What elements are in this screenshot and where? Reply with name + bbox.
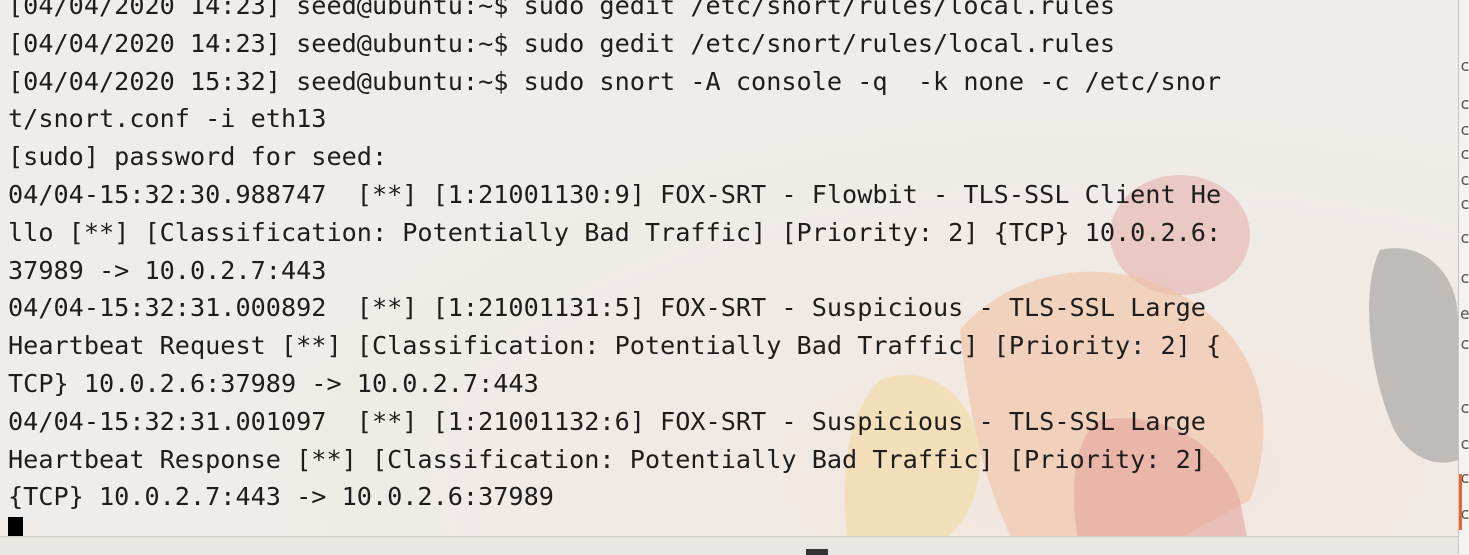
edge-glyph: c — [1460, 268, 1469, 287]
resize-handle-icon[interactable] — [806, 549, 828, 555]
edge-glyph: c — [1460, 120, 1469, 139]
edge-glyph: c — [1460, 56, 1469, 75]
window-bottom-edge — [0, 536, 1458, 555]
terminal-line: [04/04/2020 15:32] seed@ubuntu:~$ sudo s… — [8, 66, 1222, 96]
terminal-line: Heartbeat Request [**] [Classification: … — [8, 331, 1222, 361]
terminal-output: [04/04/2020 14:23] seed@ubuntu:~$ sudo g… — [8, 0, 1221, 536]
terminal-line: t/snort.conf -i eth13 — [8, 104, 327, 134]
edge-glyph: e — [1460, 304, 1469, 323]
terminal-line: 04/04-15:32:31.000892 [**] [1:21001131:5… — [8, 293, 1206, 323]
terminal-window[interactable]: [04/04/2020 14:23] seed@ubuntu:~$ sudo g… — [0, 0, 1458, 536]
terminal-line: llo [**] [Classification: Potentially Ba… — [8, 217, 1222, 247]
terminal-line: Heartbeat Response [**] [Classification:… — [8, 444, 1206, 474]
terminal-line: 04/04-15:32:31.001097 [**] [1:21001132:6… — [8, 406, 1206, 436]
edge-glyph: c — [1460, 170, 1469, 189]
terminal-line: TCP} 10.0.2.6:37989 -> 10.0.2.7:443 — [8, 368, 539, 398]
terminal-cursor — [8, 517, 23, 536]
terminal-line: 04/04-15:32:30.988747 [**] [1:21001130:9… — [8, 179, 1222, 209]
terminal-line: [04/04/2020 14:23] seed@ubuntu:~$ sudo g… — [8, 28, 1115, 58]
orange-edge-marker — [1459, 474, 1462, 530]
edge-glyph: c — [1460, 144, 1469, 163]
terminal-line: [sudo] password for seed: — [8, 142, 388, 172]
edge-glyph: c — [1460, 334, 1469, 353]
edge-glyph: c — [1460, 94, 1469, 113]
edge-glyph: c — [1460, 194, 1469, 213]
terminal-line: {TCP} 10.0.2.7:443 -> 10.0.2.6:37989 — [8, 482, 554, 512]
cursor-line — [8, 516, 1221, 536]
adjacent-window-edge: c c c c c c c c e c c c c c — [1458, 0, 1469, 554]
edge-glyph: c — [1460, 434, 1469, 453]
terminal-line: 37989 -> 10.0.2.7:443 — [8, 255, 327, 285]
edge-glyph: c — [1460, 398, 1469, 417]
terminal-line: [04/04/2020 14:23] seed@ubuntu:~$ sudo g… — [8, 0, 1115, 20]
edge-glyph: c — [1460, 228, 1469, 247]
